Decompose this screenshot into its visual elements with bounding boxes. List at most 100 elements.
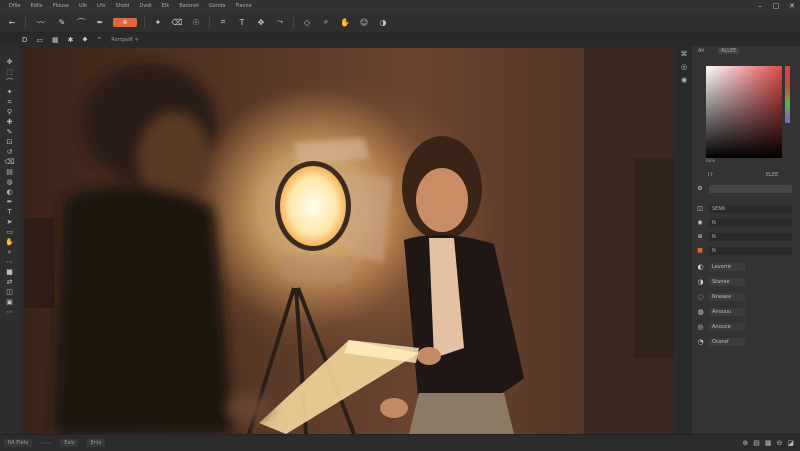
document-canvas[interactable] bbox=[24, 48, 674, 434]
move-tool-icon[interactable]: ✥ bbox=[4, 58, 15, 66]
path-icon[interactable]: ⤳ bbox=[274, 16, 286, 28]
menu-filter[interactable]: Dvsk bbox=[134, 3, 156, 9]
layer-row[interactable]: ◔ Ocaraf bbox=[696, 336, 792, 347]
color-value-a[interactable]: I↑ bbox=[708, 172, 714, 178]
eraser-icon[interactable]: ⌫ bbox=[171, 16, 183, 28]
prop-field-4[interactable]: N bbox=[709, 246, 792, 255]
pen-tool-icon[interactable]: ✒ bbox=[4, 198, 15, 206]
status-mode[interactable]: Ents bbox=[86, 439, 106, 447]
blur-tool-icon[interactable]: ◍ bbox=[4, 178, 15, 186]
status-doc-info[interactable]: RA Flets bbox=[4, 439, 33, 447]
zoom-out-icon[interactable]: ⊖ bbox=[777, 439, 783, 447]
zoom-icon[interactable]: ⌕ bbox=[320, 16, 332, 28]
option-preset-label[interactable]: Rorrpadt ∓ bbox=[111, 37, 138, 43]
layer-row[interactable]: ◎ Anouce bbox=[696, 321, 792, 332]
pen-icon[interactable]: ✒ bbox=[94, 16, 106, 28]
menu-window[interactable]: Gorida bbox=[204, 3, 231, 9]
prop-field-2[interactable]: N bbox=[709, 218, 792, 227]
option-star-icon[interactable]: ✱ bbox=[68, 36, 74, 44]
crop-icon[interactable]: ⌗ bbox=[217, 16, 229, 28]
fit-icon[interactable]: ◪ bbox=[787, 439, 794, 447]
gradient-icon[interactable]: ◑ bbox=[377, 16, 389, 28]
wand-icon[interactable]: ✦ bbox=[152, 16, 164, 28]
hand-icon[interactable]: ✋ bbox=[339, 16, 351, 28]
more-tools-icon[interactable]: ⋯ bbox=[4, 258, 15, 266]
smudge-icon[interactable]: ☉ bbox=[190, 16, 202, 28]
history-panel-icon[interactable]: ⌘ bbox=[679, 50, 690, 58]
option-caret-icon[interactable]: ⌃ bbox=[96, 36, 102, 44]
layer-name[interactable]: Ocaraf bbox=[709, 337, 745, 346]
move-icon[interactable]: ✥ bbox=[255, 16, 267, 28]
lasso-tool-icon[interactable]: ⌒ bbox=[4, 78, 15, 86]
crop-tool-icon[interactable]: ⌗ bbox=[4, 98, 15, 106]
heal-icon[interactable]: ☺ bbox=[358, 16, 370, 28]
prop-field-3[interactable]: N bbox=[709, 232, 792, 241]
shape-icon[interactable]: ◇ bbox=[301, 16, 313, 28]
layer-name[interactable]: Anouuu bbox=[709, 307, 745, 316]
status-zoom[interactable]: Ealz bbox=[60, 439, 79, 447]
layout-icon[interactable]: ▤ bbox=[753, 439, 760, 447]
menu-view[interactable]: Baronet bbox=[174, 3, 204, 9]
close-icon[interactable]: ✕ bbox=[788, 2, 796, 10]
option-grid-icon[interactable]: ▦ bbox=[52, 36, 59, 44]
layer-name[interactable]: Nneaee bbox=[709, 292, 745, 301]
layer-name[interactable]: Leverre bbox=[709, 262, 745, 271]
zoom-tool-icon[interactable]: ⌕ bbox=[4, 248, 15, 256]
layer-name[interactable]: Stanee bbox=[709, 277, 745, 286]
quick-mask-icon[interactable]: ◫ bbox=[4, 288, 15, 296]
zoom-in-icon[interactable]: ⊕ bbox=[742, 439, 748, 447]
adjust-panel-icon[interactable]: ◎ bbox=[679, 63, 690, 71]
menu-select[interactable]: Shold bbox=[110, 3, 134, 9]
prop-field-1[interactable]: SEN6 bbox=[709, 204, 792, 213]
menu-layer[interactable]: Ulk bbox=[74, 3, 92, 9]
swatches-panel-tab[interactable]: ALLEE bbox=[718, 48, 740, 54]
magic-wand-tool-icon[interactable]: ✦ bbox=[4, 88, 15, 96]
wave-icon[interactable]: 〰 bbox=[33, 16, 49, 28]
option-d-icon[interactable]: D bbox=[22, 36, 27, 44]
option-diamond-icon[interactable]: ⬥ bbox=[83, 35, 88, 44]
color-picker-field[interactable] bbox=[706, 66, 782, 158]
panel-slider-field[interactable] bbox=[709, 184, 792, 193]
mode-pill-button[interactable]: ≋ bbox=[113, 17, 137, 27]
back-arrow-icon[interactable]: ← bbox=[6, 16, 18, 28]
swap-colors-icon[interactable]: ⇄ bbox=[4, 278, 15, 286]
layer-row[interactable]: ◐ Leverre bbox=[696, 261, 792, 272]
brush-icon[interactable]: ✎ bbox=[56, 16, 68, 28]
edit-toolbar-icon[interactable]: ⋯ bbox=[4, 308, 15, 316]
brush-tool-icon[interactable]: ✎ bbox=[4, 128, 15, 136]
history-tool-icon[interactable]: ↺ bbox=[4, 148, 15, 156]
marquee-tool-icon[interactable]: ⬚ bbox=[4, 68, 15, 76]
menu-type[interactable]: Lfis bbox=[92, 3, 111, 9]
menu-help[interactable]: Fiavne bbox=[231, 3, 257, 9]
grid-icon[interactable]: ▦ bbox=[765, 439, 772, 447]
menu-3d[interactable]: Elk bbox=[157, 3, 174, 9]
stamp-tool-icon[interactable]: ⊡ bbox=[4, 138, 15, 146]
screen-mode-icon[interactable]: ▣ bbox=[4, 298, 15, 306]
path-select-tool-icon[interactable]: ➤ bbox=[4, 218, 15, 226]
color-panel-tab[interactable]: Ah bbox=[698, 48, 705, 54]
layer-row[interactable]: ◌ Nneaee bbox=[696, 291, 792, 302]
eyedropper-tool-icon[interactable]: ⚲ bbox=[4, 108, 15, 116]
color-value-b[interactable]: ELEE bbox=[766, 172, 778, 178]
type-tool-icon[interactable]: T bbox=[4, 208, 15, 216]
layer-name[interactable]: Anouce bbox=[709, 322, 745, 331]
layer-row[interactable]: ◑ Stanee bbox=[696, 276, 792, 287]
text-icon[interactable]: T bbox=[236, 16, 248, 28]
heal-tool-icon[interactable]: ✚ bbox=[4, 118, 15, 126]
hand-tool-icon[interactable]: ✋ bbox=[4, 238, 15, 246]
shape-tool-icon[interactable]: ▭ bbox=[4, 228, 15, 236]
lasso-icon[interactable]: ⌒ bbox=[75, 16, 87, 28]
menu-edit[interactable]: Edlle bbox=[25, 3, 47, 9]
gradient-tool-icon[interactable]: ▤ bbox=[4, 168, 15, 176]
foreground-color-icon[interactable]: ■ bbox=[4, 268, 15, 276]
maximize-icon[interactable]: □ bbox=[772, 2, 780, 10]
option-rect-icon[interactable]: ▭ bbox=[36, 36, 43, 44]
menu-image[interactable]: Plouse bbox=[48, 3, 74, 9]
properties-panel-icon[interactable]: ◉ bbox=[679, 76, 690, 84]
dodge-tool-icon[interactable]: ◐ bbox=[4, 188, 15, 196]
menu-file[interactable]: Dfile bbox=[4, 3, 25, 9]
hue-slider[interactable] bbox=[785, 66, 790, 123]
minimize-icon[interactable]: – bbox=[756, 2, 764, 10]
settings-icon[interactable]: ⚙ bbox=[696, 185, 704, 192]
layer-row[interactable]: ◍ Anouuu bbox=[696, 306, 792, 317]
